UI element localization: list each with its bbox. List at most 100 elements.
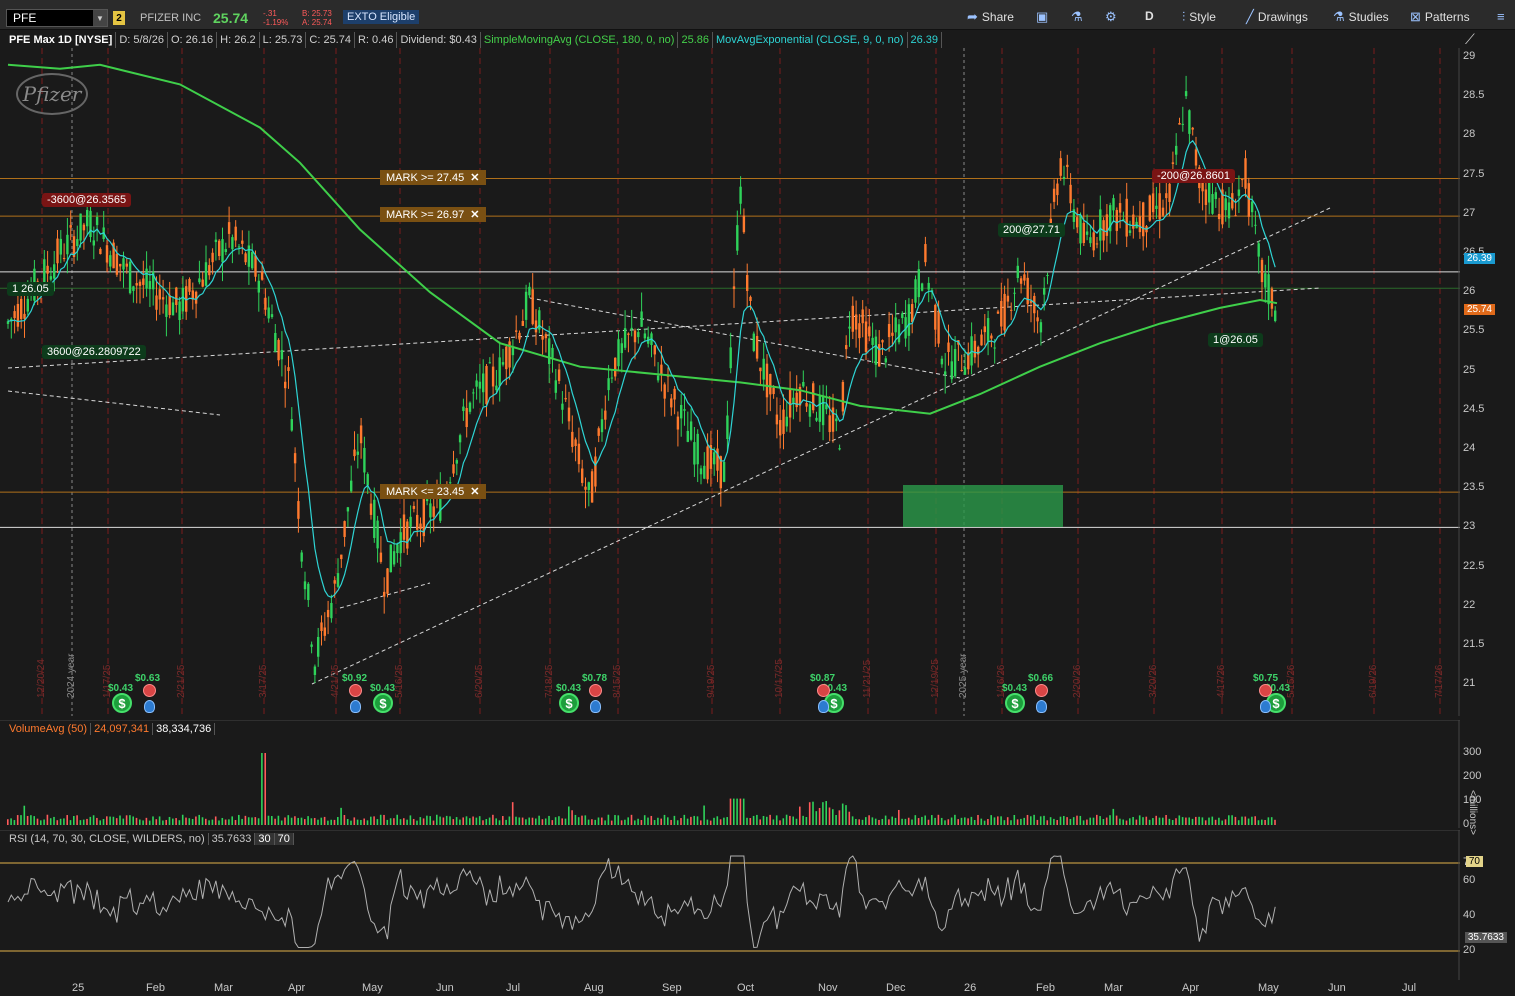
candle-body: [590, 471, 594, 503]
volume-bar: [1185, 817, 1187, 825]
volume-bar: [376, 819, 379, 825]
candle-body: [878, 344, 881, 367]
hdr-sma-label[interactable]: SimpleMovingAvg (CLOSE, 180, 0, no): [481, 32, 679, 48]
alert-mark[interactable]: MARK >= 26.97 ✕: [380, 207, 486, 222]
candle-body: [317, 636, 320, 657]
volume-bar: [244, 815, 247, 825]
dividend-icon[interactable]: $: [373, 693, 393, 713]
earnings-icon[interactable]: [589, 684, 602, 697]
volume-bar: [181, 814, 184, 825]
candle-body: [594, 456, 597, 487]
lightbulb-icon[interactable]: [818, 700, 829, 713]
candle-body: [993, 347, 996, 349]
symbol-input[interactable]: PFE ▼: [6, 9, 108, 27]
candle-body: [574, 439, 577, 447]
volume-bar: [1251, 816, 1253, 825]
candle-body: [1013, 292, 1016, 294]
candle-body: [1254, 224, 1257, 226]
lightbulb-icon[interactable]: [144, 700, 155, 713]
link-group-badge[interactable]: 2: [113, 11, 125, 25]
earnings-icon[interactable]: [1259, 684, 1272, 697]
volume-chart[interactable]: [0, 720, 1460, 828]
volume-bar: [528, 817, 530, 825]
order-label[interactable]: 1 26.05: [7, 282, 54, 296]
close-icon[interactable]: ✕: [470, 208, 479, 221]
volume-bar: [350, 820, 352, 825]
earnings-icon[interactable]: [1035, 684, 1048, 697]
volume-bar: [782, 818, 785, 825]
order-label[interactable]: -3600@26.3565: [42, 193, 132, 207]
patterns-button[interactable]: ⊠ Patterns: [1410, 9, 1470, 25]
candle-body: [868, 326, 871, 337]
volume-bar: [785, 814, 788, 825]
drawings-button[interactable]: ╱ Drawings: [1246, 9, 1308, 25]
menu-button[interactable]: ≡: [1497, 9, 1505, 24]
earnings-icon[interactable]: [817, 684, 830, 697]
candle-body: [346, 507, 350, 512]
volume-bar: [657, 817, 659, 825]
lightbulb-icon[interactable]: [1036, 700, 1047, 713]
order-label[interactable]: 3600@26.2809722: [42, 345, 146, 359]
rsi-chart[interactable]: [0, 830, 1460, 980]
candle-body: [290, 419, 293, 431]
candle-body: [1247, 183, 1250, 217]
volume-bar: [1125, 820, 1128, 825]
share-button[interactable]: ➦ Share: [967, 9, 1014, 25]
candle-body: [1257, 243, 1260, 257]
earnings-icon[interactable]: [349, 684, 362, 697]
dividend-icon[interactable]: $: [112, 693, 132, 713]
volume-bar: [30, 815, 32, 825]
volume-bar: [865, 817, 867, 825]
candle-body: [838, 448, 841, 450]
candle-body: [251, 252, 254, 269]
lightbulb-icon[interactable]: [1260, 700, 1271, 713]
volume-bar: [703, 805, 705, 825]
chevron-down-icon[interactable]: ▼: [93, 10, 107, 26]
earnings-icon[interactable]: [143, 684, 156, 697]
volume-bar: [505, 819, 507, 825]
order-label[interactable]: 200@27.71: [998, 223, 1066, 237]
candle-body: [752, 333, 755, 351]
lightbulb-icon[interactable]: [350, 700, 361, 713]
order-label[interactable]: -200@26.8601: [1152, 169, 1235, 183]
time-axis-label: Feb: [1036, 982, 1055, 994]
rsi-value-flag: 35.7633: [1464, 932, 1507, 943]
candle-body: [920, 283, 924, 291]
close-icon[interactable]: ✕: [470, 485, 479, 498]
studies-button[interactable]: ⚗ Studies: [1333, 9, 1389, 25]
settings-button[interactable]: ⚙: [1105, 9, 1117, 25]
year-label: 2025 year: [958, 653, 969, 698]
volume-bar: [224, 819, 227, 825]
volume-bar: [10, 818, 12, 825]
lightbulb-icon[interactable]: [590, 700, 601, 713]
volume-bar: [168, 816, 171, 825]
alert-mark[interactable]: MARK <= 23.45 ✕: [380, 484, 486, 499]
alert-mark[interactable]: MARK >= 27.45 ✕: [380, 170, 486, 185]
candle-body: [1118, 203, 1122, 213]
price-axis-label: 24.5: [1463, 402, 1485, 415]
candle-body: [161, 297, 165, 300]
flask-button[interactable]: ⚗: [1071, 9, 1083, 25]
hdr-ema-label[interactable]: MovAvgExponential (CLOSE, 9, 0, no): [713, 32, 908, 48]
price-chart[interactable]: [0, 48, 1460, 716]
candle-body: [983, 326, 986, 333]
volume-bar: [634, 820, 636, 825]
candle-body: [336, 573, 340, 587]
volume-bar: [1218, 817, 1220, 825]
draw-tool-icon[interactable]: ⟋: [1465, 31, 1475, 48]
dividend-icon[interactable]: $: [1005, 693, 1025, 713]
volume-bar: [231, 816, 233, 825]
volume-bar: [356, 819, 359, 825]
style-button[interactable]: ⫶ Style: [1182, 9, 1216, 25]
order-label[interactable]: 1@26.05: [1208, 333, 1263, 347]
volume-bar: [954, 814, 956, 825]
close-icon[interactable]: ✕: [470, 171, 479, 184]
volume-bar: [304, 819, 306, 825]
gallery-button[interactable]: ▣: [1036, 9, 1048, 25]
price-zone-box[interactable]: [903, 485, 1063, 527]
volume-bar: [624, 819, 626, 825]
dividend-icon[interactable]: $: [559, 693, 579, 713]
volume-bar: [317, 819, 319, 825]
period-button[interactable]: D: [1145, 9, 1154, 23]
volume-bar: [647, 817, 649, 825]
